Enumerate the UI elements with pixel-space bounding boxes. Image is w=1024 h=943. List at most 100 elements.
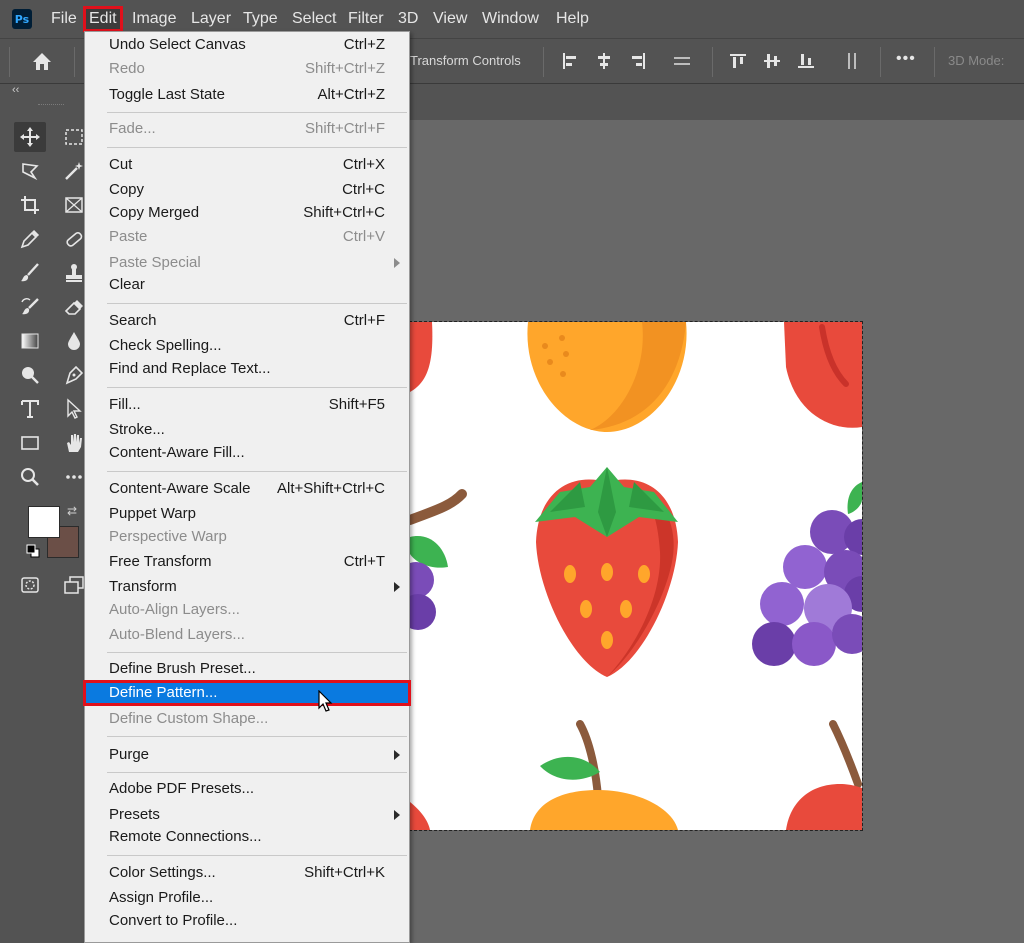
- strawberry-shape: [535, 467, 678, 677]
- menu-item-check-spelling[interactable]: Check Spelling...: [85, 335, 409, 357]
- menu-item-free-transform[interactable]: Free Transform Ctrl+T: [85, 551, 409, 573]
- menu-window[interactable]: Window: [479, 9, 542, 29]
- align-right-edges-icon[interactable]: [628, 51, 648, 71]
- options-divider: [543, 47, 544, 77]
- zoom-tool-icon[interactable]: [14, 462, 46, 492]
- menu-item-label: Fill...: [109, 396, 141, 413]
- menu-item-shortcut: Alt+Shift+Ctrl+C: [277, 480, 385, 497]
- menu-item-shortcut: Ctrl+T: [343, 553, 385, 570]
- menu-item-label: Purge: [109, 746, 150, 763]
- distribute-icon[interactable]: [672, 51, 692, 71]
- foreground-color-swatch[interactable]: [28, 506, 60, 538]
- menu-item-stroke[interactable]: Stroke...: [85, 419, 409, 441]
- menu-item-define-brush-preset[interactable]: Define Brush Preset...: [85, 658, 409, 680]
- menu-item-label: Undo Select Canvas: [109, 36, 246, 53]
- menu-item-copy[interactable]: Copy Ctrl+C: [85, 179, 409, 201]
- menu-item-label: Paste Special: [109, 254, 201, 271]
- menu-item-cut[interactable]: Cut Ctrl+X: [85, 154, 409, 176]
- type-tool-icon[interactable]: [14, 394, 46, 424]
- swap-colors-icon[interactable]: ⇄: [67, 504, 77, 518]
- options-divider: [9, 47, 10, 77]
- menu-item-fade[interactable]: Fade... Shift+Ctrl+F: [85, 118, 409, 140]
- menu-item-assign-profile[interactable]: Assign Profile...: [85, 887, 409, 909]
- menu-item-label: Define Custom Shape...: [109, 710, 269, 727]
- distribute-vertical-icon[interactable]: [842, 51, 862, 71]
- submenu-arrow-icon: [394, 810, 400, 820]
- menu-item-shortcut: Ctrl+C: [342, 181, 385, 198]
- menu-item-copy-merged[interactable]: Copy Merged Shift+Ctrl+C: [85, 202, 409, 224]
- options-divider: [74, 47, 75, 77]
- crop-tool-icon[interactable]: [14, 190, 46, 220]
- 3d-mode-label: 3D Mode:: [948, 53, 1005, 68]
- menu-item-clear[interactable]: Clear: [85, 274, 409, 296]
- menu-item-convert-to-profile[interactable]: Convert to Profile...: [85, 910, 409, 932]
- menu-image[interactable]: Image: [129, 9, 179, 29]
- gradient-tool-icon[interactable]: [14, 326, 46, 356]
- align-left-edges-icon[interactable]: [560, 51, 580, 71]
- menu-item-adobe-pdf-presets[interactable]: Adobe PDF Presets...: [85, 778, 409, 800]
- menu-layer[interactable]: Layer: [188, 9, 234, 29]
- menu-item-auto-align-layers[interactable]: Auto-Align Layers...: [85, 599, 409, 621]
- menu-item-label: Content-Aware Fill...: [109, 444, 245, 461]
- rectangle-tool-icon[interactable]: [14, 428, 46, 458]
- menu-item-search[interactable]: Search Ctrl+F: [85, 310, 409, 332]
- menu-item-presets[interactable]: Presets: [85, 804, 409, 826]
- menu-item-define-pattern[interactable]: Define Pattern...: [83, 680, 411, 706]
- apple-shape: [786, 720, 862, 830]
- menu-item-define-custom-shape[interactable]: Define Custom Shape...: [85, 708, 409, 730]
- align-horizontal-centers-icon[interactable]: [594, 51, 614, 71]
- menu-type[interactable]: Type: [240, 9, 281, 29]
- align-top-edges-icon[interactable]: [728, 51, 748, 71]
- eyedropper-tool-icon[interactable]: [14, 224, 46, 254]
- move-tool-icon[interactable]: [14, 122, 46, 152]
- menu-item-puppet-warp[interactable]: Puppet Warp: [85, 503, 409, 525]
- menu-item-paste-special[interactable]: Paste Special: [85, 252, 409, 274]
- menu-item-fill[interactable]: Fill... Shift+F5: [85, 394, 409, 416]
- menu-item-remote-connections[interactable]: Remote Connections...: [85, 826, 409, 848]
- menu-item-perspective-warp[interactable]: Perspective Warp: [85, 526, 409, 548]
- menu-item-shortcut: Shift+Ctrl+K: [304, 864, 385, 881]
- menu-item-label: Convert to Profile...: [109, 912, 238, 929]
- options-divider: [934, 47, 935, 77]
- menu-item-auto-blend-layers[interactable]: Auto-Blend Layers...: [85, 624, 409, 646]
- toolbar-grip[interactable]: [38, 104, 64, 108]
- menu-file[interactable]: File: [48, 9, 80, 29]
- menu-item-shortcut: Ctrl+X: [342, 156, 385, 173]
- home-button[interactable]: [18, 47, 66, 77]
- menu-edit[interactable]: Edit: [83, 6, 123, 32]
- menu-item-undo-select-canvas[interactable]: Undo Select Canvas Ctrl+Z: [85, 34, 409, 56]
- options-divider: [880, 47, 881, 77]
- align-bottom-edges-icon[interactable]: [796, 51, 816, 71]
- menu-item-toggle-last-state[interactable]: Toggle Last State Alt+Ctrl+Z: [85, 84, 409, 106]
- menu-item-label: Free Transform: [109, 553, 212, 570]
- menu-separator: [107, 855, 407, 856]
- menu-help[interactable]: Help: [553, 9, 592, 29]
- menu-filter[interactable]: Filter: [345, 9, 387, 29]
- menu-3d[interactable]: 3D: [395, 9, 421, 29]
- show-transform-controls-label[interactable]: Transform Controls: [410, 53, 521, 68]
- menu-item-redo[interactable]: Redo Shift+Ctrl+Z: [85, 58, 409, 80]
- default-colors-icon[interactable]: [26, 544, 40, 558]
- lasso-tool-icon[interactable]: [14, 156, 46, 186]
- home-icon: [33, 53, 51, 70]
- brush-tool-icon[interactable]: [14, 258, 46, 288]
- apple-shape: [410, 322, 433, 392]
- menu-item-transform[interactable]: Transform: [85, 576, 409, 598]
- menu-view[interactable]: View: [430, 9, 470, 29]
- history-brush-tool-icon[interactable]: [14, 292, 46, 322]
- quick-mask-icon[interactable]: [14, 570, 46, 600]
- menu-item-content-aware-fill[interactable]: Content-Aware Fill...: [85, 442, 409, 464]
- menu-item-find-and-replace-text[interactable]: Find and Replace Text...: [85, 358, 409, 380]
- menu-item-color-settings[interactable]: Color Settings... Shift+Ctrl+K: [85, 862, 409, 884]
- menu-item-label: Copy Merged: [109, 204, 200, 221]
- menu-item-content-aware-scale[interactable]: Content-Aware Scale Alt+Shift+Ctrl+C: [85, 478, 409, 500]
- menu-select[interactable]: Select: [289, 9, 339, 29]
- more-options-button[interactable]: •••: [896, 50, 916, 68]
- menu-item-paste[interactable]: Paste Ctrl+V: [85, 226, 409, 248]
- photoshop-logo-icon[interactable]: Ps: [12, 9, 32, 29]
- align-vertical-centers-icon[interactable]: [762, 51, 782, 71]
- collapse-panel-icon[interactable]: ‹‹: [12, 84, 19, 96]
- dodge-tool-icon[interactable]: [14, 360, 46, 390]
- document-canvas[interactable]: [409, 321, 863, 831]
- menu-item-purge[interactable]: Purge: [85, 744, 409, 766]
